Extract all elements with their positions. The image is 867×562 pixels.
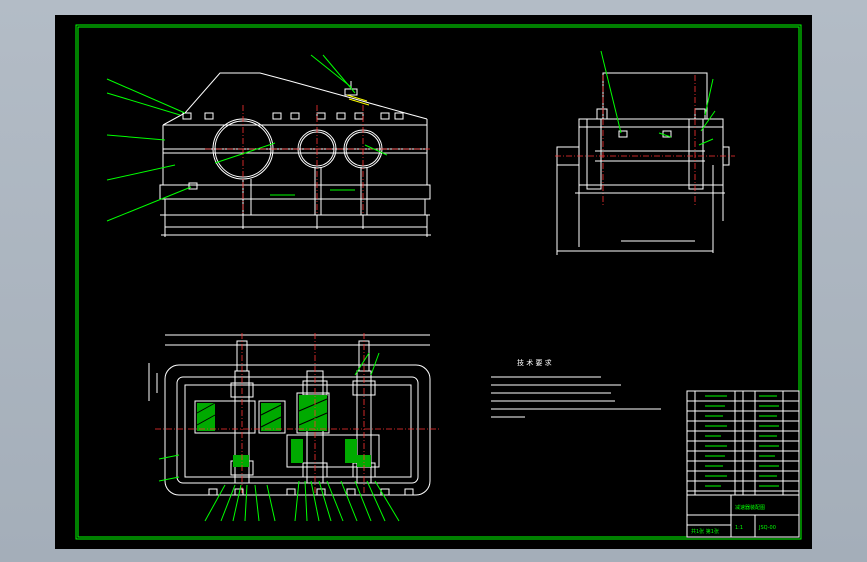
title-block-title: 减速器装配图 <box>735 504 765 511</box>
title-block-scale: 1:1 <box>735 525 743 531</box>
sheet-background <box>55 15 812 549</box>
title-block-drawing-no: JSQ-00 <box>758 525 776 531</box>
drawing-sheet: 技 术 要 求 减速器装配图 JSQ-00 1:1 共1张 第1张 <box>55 15 812 549</box>
notes-heading: 技 术 要 求 <box>517 358 552 367</box>
title-block-sheet: 共1张 第1张 <box>691 528 719 535</box>
cad-drawing-viewport[interactable]: 技 术 要 求 减速器装配图 JSQ-00 1:1 共1张 第1张 <box>55 15 812 549</box>
